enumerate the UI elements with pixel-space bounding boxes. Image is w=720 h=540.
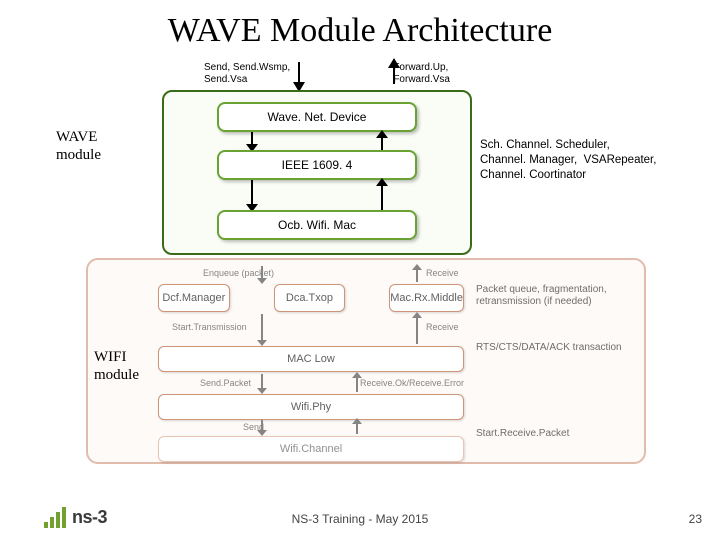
box-dca-txop: Dca.Txop bbox=[274, 284, 346, 312]
label-start-tx: Start.Transmission bbox=[172, 322, 247, 332]
page-number: 23 bbox=[689, 512, 702, 526]
wifi-module-region: Enqueue (packet) Receive Dcf.Manager Dca… bbox=[86, 258, 646, 464]
wifi-module-label: WIFI module bbox=[94, 348, 139, 384]
arrows-1609-ocb bbox=[217, 180, 417, 210]
note-rts-cts: RTS/CTS/DATA/ACK transaction bbox=[476, 342, 626, 354]
arrow-down-icon bbox=[247, 180, 257, 210]
send-arrow-group: Send, Send.Wsmp, Send.Vsa bbox=[204, 62, 294, 86]
arrow-down-icon bbox=[258, 374, 266, 392]
note-packet-queue: Packet queue, fragmentation, retransmiss… bbox=[476, 284, 626, 308]
arrow-down-icon bbox=[258, 266, 266, 282]
box-wifi-channel: Wifi.Channel bbox=[158, 436, 464, 462]
label-receive-top: Receive bbox=[426, 268, 459, 278]
arrows-netdevice-1609 bbox=[217, 132, 417, 150]
arrow-up-icon bbox=[413, 314, 421, 344]
arrow-up-icon bbox=[377, 132, 387, 150]
box-wifi-phy: Wifi.Phy bbox=[158, 394, 464, 420]
wifi-top-row: Dcf.Manager Dca.Txop Mac.Rx.Middle bbox=[158, 284, 464, 312]
arrow-up-icon bbox=[353, 374, 361, 392]
wave-side-note: Sch. Channel. Scheduler, Channel. Manage… bbox=[480, 138, 700, 183]
box-dcf-manager: Dcf.Manager bbox=[158, 284, 230, 312]
arrow-up-icon bbox=[413, 266, 421, 282]
arrow-down-icon bbox=[247, 132, 257, 150]
arrow-up-icon bbox=[353, 420, 361, 434]
label-send-packet: Send.Packet bbox=[200, 378, 251, 388]
box-mac-rx-middle: Mac.Rx.Middle bbox=[389, 284, 464, 312]
label-receive-mid: Receive bbox=[426, 322, 459, 332]
forward-arrow-group: Forward.Up, Forward.Vsa bbox=[389, 62, 450, 86]
wave-module-region: Wave. Net. Device IEEE 1609. 4 Ocb. Wifi… bbox=[162, 90, 472, 255]
arrow-down-icon bbox=[258, 314, 266, 344]
send-labels: Send, Send.Wsmp, Send.Vsa bbox=[204, 62, 290, 86]
arrow-up-icon bbox=[377, 180, 387, 210]
label-start-receive: Start.Receive.Packet bbox=[476, 428, 626, 440]
box-ocb-wifi-mac: Ocb. Wifi. Mac bbox=[217, 210, 417, 240]
arrow-down-icon bbox=[258, 420, 266, 434]
box-mac-low: MAC Low bbox=[158, 346, 464, 372]
box-wave-net-device: Wave. Net. Device bbox=[217, 102, 417, 132]
box-ieee-1609-4: IEEE 1609. 4 bbox=[217, 150, 417, 180]
wave-module-label: WAVE module bbox=[56, 128, 101, 164]
slide-title: WAVE Module Architecture bbox=[0, 12, 720, 50]
footer-center: NS-3 Training - May 2015 bbox=[0, 512, 720, 526]
label-receive-phy: Receive.Ok/Receive.Error bbox=[360, 378, 464, 388]
forward-labels: Forward.Up, Forward.Vsa bbox=[393, 62, 450, 86]
